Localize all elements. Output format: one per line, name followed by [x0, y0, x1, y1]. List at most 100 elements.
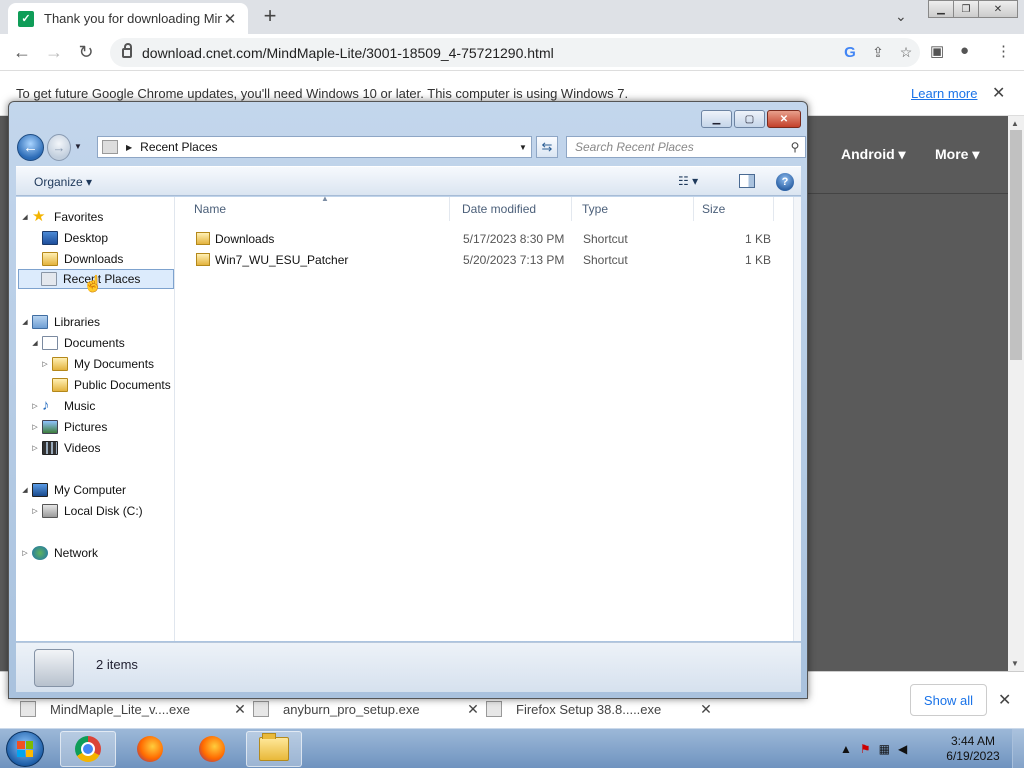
window-restore-button[interactable]: ❐ [953, 0, 979, 18]
show-desktop-button[interactable] [1012, 729, 1024, 768]
scroll-down-icon[interactable]: ▼ [1011, 659, 1019, 668]
navigation-pane: ◢ ★ Favorites Desktop Downloads Recent P… [16, 197, 175, 641]
taskbar-explorer[interactable] [246, 731, 302, 767]
tree-item-local-disk[interactable]: ▷ Local Disk (C:) [30, 501, 143, 521]
address-bar[interactable]: download.cnet.com/MindMaple-Lite/3001-18… [110, 38, 920, 67]
tree-item-videos[interactable]: ▷ Videos [30, 438, 100, 458]
address-text[interactable]: Recent Places [140, 140, 515, 154]
download-dismiss-icon[interactable]: ✕ [696, 701, 716, 718]
tree-label: Videos [64, 441, 101, 455]
file-pane-scrollbar[interactable] [793, 197, 801, 641]
scroll-up-icon[interactable]: ▲ [1011, 119, 1019, 128]
tray-expand-icon[interactable]: ▲ [840, 742, 852, 756]
file-row[interactable]: Downloads 5/17/2023 8:30 PM Shortcut 1 K… [176, 229, 776, 250]
collapse-arrow-icon[interactable]: ◢ [20, 213, 30, 221]
lock-icon[interactable] [122, 42, 132, 58]
expand-arrow-icon[interactable]: ▷ [30, 444, 40, 452]
browser-tab[interactable]: ✓ Thank you for downloading MindMaple ✕ [8, 3, 248, 34]
tree-item-favorites[interactable]: ◢ ★ Favorites [20, 207, 103, 227]
help-icon[interactable]: ? [776, 173, 794, 191]
search-icon[interactable]: ⚲ [785, 140, 805, 154]
tree-item-network[interactable]: ▷ Network [20, 543, 98, 563]
tree-item-desktop[interactable]: Desktop [42, 228, 108, 248]
collapse-arrow-icon[interactable]: ◢ [20, 318, 30, 326]
reload-icon[interactable]: ↻ [74, 40, 98, 64]
page-scrollbar[interactable]: ▲ ▼ [1008, 116, 1024, 671]
shelf-close-icon[interactable]: ✕ [998, 690, 1011, 710]
explorer-forward-icon[interactable]: → [47, 134, 71, 161]
back-arrow-icon[interactable]: ← [10, 40, 34, 64]
share-icon[interactable]: ⇪ [864, 44, 892, 61]
expand-arrow-icon[interactable]: ▷ [30, 423, 40, 431]
explorer-maximize-button[interactable]: ▢ [734, 110, 765, 128]
window-minimize-button[interactable]: ▁ [928, 0, 954, 18]
new-tab-button[interactable]: + [258, 3, 282, 28]
tree-label: My Documents [74, 357, 155, 371]
network-icon[interactable]: ▦ [879, 742, 890, 756]
column-header-type[interactable]: Type [574, 197, 694, 221]
show-all-button[interactable]: Show all [910, 684, 987, 716]
search-placeholder: Search Recent Places [575, 140, 694, 154]
explorer-close-button[interactable]: ✕ [767, 110, 801, 128]
taskbar-firefox[interactable] [122, 731, 178, 767]
organize-button[interactable]: Organize ▾ [34, 175, 92, 189]
site-nav-more[interactable]: More ▾ [935, 146, 979, 163]
google-lens-icon[interactable]: G [836, 44, 864, 61]
documents-icon [42, 336, 58, 350]
column-header-size[interactable]: Size [694, 197, 774, 221]
scrollbar-thumb[interactable] [1010, 130, 1022, 360]
tree-item-public-documents[interactable]: Public Documents [52, 375, 171, 395]
tree-item-libraries[interactable]: ◢ Libraries [20, 312, 100, 332]
tree-item-my-documents[interactable]: ▷ My Documents [40, 354, 154, 374]
url-text[interactable]: download.cnet.com/MindMaple-Lite/3001-18… [142, 45, 836, 61]
recent-pages-chevron-icon[interactable]: ▼ [74, 142, 82, 151]
windows-taskbar: ▲ ⚑ ▦ ◀ 3:44 AM 6/19/2023 [0, 728, 1024, 768]
action-center-flag-icon[interactable]: ⚑ [860, 742, 871, 756]
clock[interactable]: 3:44 AM 6/19/2023 [940, 734, 1006, 764]
side-panel-icon[interactable]: ▣ [930, 42, 944, 60]
learn-more-link[interactable]: Learn more [911, 86, 977, 101]
exe-file-icon [20, 701, 36, 717]
infobar-close-icon[interactable]: ✕ [992, 83, 1005, 103]
taskbar-chrome[interactable] [60, 731, 116, 767]
preview-pane-icon[interactable] [739, 174, 755, 188]
column-header-date[interactable]: Date modified [454, 197, 572, 221]
explorer-search-input[interactable]: Search Recent Places ⚲ [566, 136, 806, 158]
tree-item-music[interactable]: ▷ ♪ Music [30, 396, 95, 416]
breadcrumb-arrow-icon[interactable]: ▶ [126, 143, 132, 152]
collapse-arrow-icon[interactable]: ◢ [20, 486, 30, 494]
taskbar-firefox-alt[interactable] [184, 731, 240, 767]
start-button[interactable] [6, 731, 44, 767]
explorer-address-bar[interactable]: ▶ Recent Places ▼ [97, 136, 532, 158]
expand-arrow-icon[interactable]: ▷ [30, 507, 40, 515]
explorer-minimize-button[interactable]: ▁ [701, 110, 732, 128]
bookmark-star-icon[interactable]: ☆ [892, 44, 920, 61]
explorer-window: ▁ ▢ ✕ ← → ▼ ▶ Recent Places ▼ ⇆ Search R… [8, 101, 808, 699]
download-dismiss-icon[interactable]: ✕ [230, 701, 250, 718]
download-dismiss-icon[interactable]: ✕ [463, 701, 483, 718]
profile-avatar-icon[interactable]: ● [960, 42, 969, 59]
tab-search-chevron-icon[interactable]: ⌄ [895, 8, 907, 25]
volume-icon[interactable]: ◀ [898, 742, 907, 756]
tab-close-icon[interactable]: ✕ [222, 10, 238, 28]
tree-item-my-computer[interactable]: ◢ My Computer [20, 480, 126, 500]
tree-label: Libraries [54, 315, 101, 329]
tree-item-downloads[interactable]: Downloads [42, 249, 123, 269]
change-view-button[interactable]: ☷ ▾ [678, 174, 698, 188]
tree-item-documents[interactable]: ◢ Documents [30, 333, 125, 353]
windows-flag-icon [17, 741, 33, 757]
tree-item-pictures[interactable]: ▷ Pictures [30, 417, 107, 437]
expand-arrow-icon[interactable]: ▷ [30, 402, 40, 410]
file-row[interactable]: Win7_WU_ESU_Patcher 5/20/2023 7:13 PM Sh… [176, 250, 776, 271]
menu-kebab-icon[interactable]: ⋮ [996, 42, 1011, 60]
forward-arrow-icon[interactable]: → [42, 40, 66, 64]
window-close-button[interactable]: ✕ [978, 0, 1018, 18]
explorer-refresh-icon[interactable]: ⇆ [536, 136, 558, 158]
expand-arrow-icon[interactable]: ▷ [40, 360, 50, 368]
explorer-back-icon[interactable]: ← [17, 134, 44, 161]
collapse-arrow-icon[interactable]: ◢ [30, 339, 40, 347]
expand-arrow-icon[interactable]: ▷ [20, 549, 30, 557]
column-header-name[interactable]: Name ▲ [186, 194, 450, 221]
address-dropdown-icon[interactable]: ▼ [515, 143, 531, 152]
site-nav-android[interactable]: Android ▾ [841, 146, 906, 163]
